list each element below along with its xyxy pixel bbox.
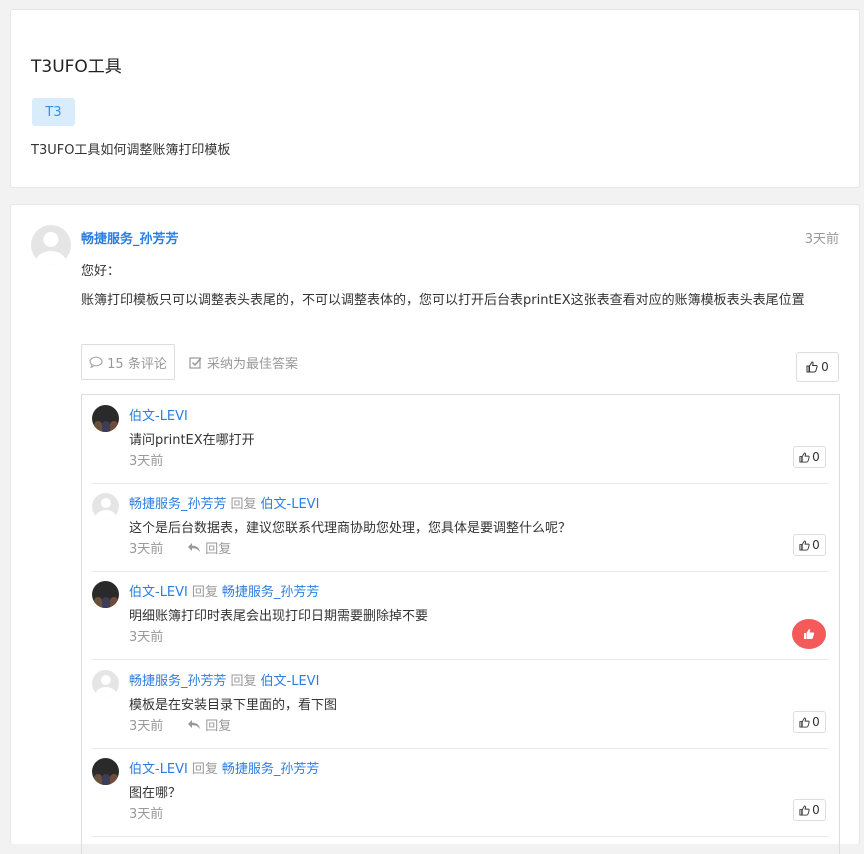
comment-avatar[interactable] bbox=[92, 670, 119, 697]
comment-author[interactable]: 伯文-LEVI bbox=[129, 409, 188, 424]
comments-toggle-button[interactable]: 15 条评论 bbox=[81, 344, 175, 380]
reply-button[interactable]: 回复 bbox=[187, 538, 231, 557]
comment-header: 畅捷服务_孙芳芳 回复 伯文-LEVI bbox=[129, 493, 319, 512]
comment-header: 伯文-LEVI 回复 畅捷服务_孙芳芳 bbox=[129, 758, 319, 777]
comment-author[interactable]: 畅捷服务_孙芳芳 bbox=[129, 497, 227, 512]
comment-item: 伯文-LEVI 回复 畅捷服务_孙芳芳 图在哪？ 3天前 0 bbox=[92, 748, 829, 837]
question-card: T3UFO工具 T3 T3UFO工具如何调整账簿打印模板 bbox=[10, 9, 860, 188]
comment-time: 3天前 bbox=[129, 719, 164, 734]
comment-header: 伯文-LEVI bbox=[129, 405, 188, 424]
reply-word: 回复 bbox=[191, 585, 218, 600]
reply-word: 回复 bbox=[230, 674, 257, 689]
thumbs-up-icon bbox=[799, 804, 810, 816]
accept-answer-label: 采纳为最佳答案 bbox=[207, 356, 299, 372]
comment-item: 畅捷服务_孙芳芳 回复 伯文-LEVI 这个是后台数据表，建议您联系代理商协助您处理… bbox=[92, 483, 829, 572]
comment-meta: 3天前 回复 bbox=[129, 538, 231, 557]
answer-author-avatar[interactable] bbox=[31, 225, 71, 265]
comment-text: 模板是在安装目录下里面的，看下图 bbox=[129, 698, 338, 713]
comment-time: 3天前 bbox=[129, 807, 164, 822]
answer-card: 畅捷服务_孙芳芳 3天前 您好： 账簿打印模板只可以调整表头表尾的，不可以调整表… bbox=[10, 204, 860, 854]
comments-count-label: 15 条评论 bbox=[107, 356, 167, 372]
thumbs-up-icon bbox=[799, 539, 810, 551]
comment-reply-to[interactable]: 畅捷服务_孙芳芳 bbox=[222, 762, 320, 777]
thumbs-up-icon bbox=[799, 451, 810, 463]
comment-like-count: 0 bbox=[812, 538, 820, 552]
question-tag[interactable]: T3 bbox=[32, 98, 75, 126]
thumbs-up-icon bbox=[806, 361, 818, 373]
comment-like-button[interactable]: 0 bbox=[793, 534, 826, 556]
comment-like-count: 0 bbox=[812, 450, 820, 464]
answer-author-name[interactable]: 畅捷服务_孙芳芳 bbox=[81, 228, 179, 247]
thumbs-up-icon bbox=[799, 716, 810, 728]
comment-text: 请问printEX在哪打开 bbox=[129, 433, 255, 448]
checkbox-icon bbox=[189, 356, 202, 369]
reply-button[interactable]: 回复 bbox=[187, 715, 231, 734]
comment-time: 3天前 bbox=[129, 542, 164, 557]
answer-like-button[interactable]: 0 bbox=[796, 352, 839, 382]
answer-like-count: 0 bbox=[821, 360, 829, 374]
comment-reply-to[interactable]: 畅捷服务_孙芳芳 bbox=[222, 585, 320, 600]
thumbs-up-icon bbox=[804, 629, 815, 639]
reply-icon bbox=[188, 720, 201, 729]
comment-time: 3天前 bbox=[129, 630, 164, 645]
comment-avatar[interactable] bbox=[92, 758, 119, 785]
comment-reply-to[interactable]: 伯文-LEVI bbox=[261, 497, 320, 512]
comment-text: 图在哪？ bbox=[129, 786, 182, 801]
comment-avatar[interactable] bbox=[92, 493, 119, 520]
comment-like-count: 0 bbox=[812, 803, 820, 817]
comment-avatar[interactable] bbox=[92, 405, 119, 432]
comment-like-button[interactable]: 0 bbox=[793, 711, 826, 733]
comments-list: 伯文-LEVI 请问printEX在哪打开 3天前 0 畅捷服务_孙芳芳 回复 伯文… bbox=[81, 394, 840, 854]
answer-time: 3天前 bbox=[804, 232, 839, 247]
comment-reply-to[interactable]: 伯文-LEVI bbox=[261, 674, 320, 689]
comment-author[interactable]: 伯文-LEVI bbox=[129, 585, 188, 600]
question-description: T3UFO工具如何调整账簿打印模板 bbox=[31, 143, 231, 158]
comment-author[interactable]: 伯文-LEVI bbox=[129, 762, 188, 777]
reply-icon bbox=[188, 543, 201, 552]
comment-like-button[interactable]: 0 bbox=[793, 799, 826, 821]
question-title: T3UFO工具 bbox=[31, 57, 122, 77]
comment-icon bbox=[89, 356, 103, 368]
comment-meta: 3天前 bbox=[129, 450, 163, 469]
comment-item: 畅捷服务_孙芳芳 回复 伯文-LEVI 模板是在安装目录下里面的，看下图 3天前 回… bbox=[92, 660, 829, 749]
comment-like-button-active[interactable] bbox=[792, 619, 826, 649]
reply-label: 回复 bbox=[205, 719, 232, 734]
comment-avatar[interactable] bbox=[92, 581, 119, 608]
comment-time: 3天前 bbox=[129, 454, 164, 469]
comment-header: 伯文-LEVI 回复 畅捷服务_孙芳芳 bbox=[129, 581, 319, 600]
comment-meta: 3天前 bbox=[129, 626, 163, 645]
accept-answer-button[interactable]: 采纳为最佳答案 bbox=[189, 344, 298, 380]
comment-header: 畅捷服务_孙芳芳 回复 伯文-LEVI bbox=[129, 670, 319, 689]
answer-body: 账簿打印模板只可以调整表头表尾的，不可以调整表体的，您可以打开后台表printE… bbox=[81, 293, 805, 308]
comment-like-count: 0 bbox=[812, 715, 820, 729]
comment-text: 明细账簿打印时表尾会出现打印日期需要删除掉不要 bbox=[129, 609, 429, 624]
answer-greeting: 您好： bbox=[81, 264, 121, 279]
reply-word: 回复 bbox=[230, 497, 257, 512]
comment-author[interactable]: 畅捷服务_孙芳芳 bbox=[129, 674, 227, 689]
comment-text: 这个是后台数据表，建议您联系代理商协助您处理，您具体是要调整什么呢？ bbox=[129, 521, 572, 536]
comment-meta: 3天前 bbox=[129, 803, 163, 822]
comment-meta: 3天前 回复 bbox=[129, 715, 231, 734]
reply-label: 回复 bbox=[205, 542, 232, 557]
comment-like-button[interactable]: 0 bbox=[793, 446, 826, 468]
comment-item: 伯文-LEVI 回复 畅捷服务_孙芳芳 明细账簿打印时表尾会出现打印日期需要删除掉不… bbox=[92, 571, 829, 660]
reply-word: 回复 bbox=[191, 762, 218, 777]
comment-item: 伯文-LEVI 请问printEX在哪打开 3天前 0 bbox=[92, 395, 829, 484]
